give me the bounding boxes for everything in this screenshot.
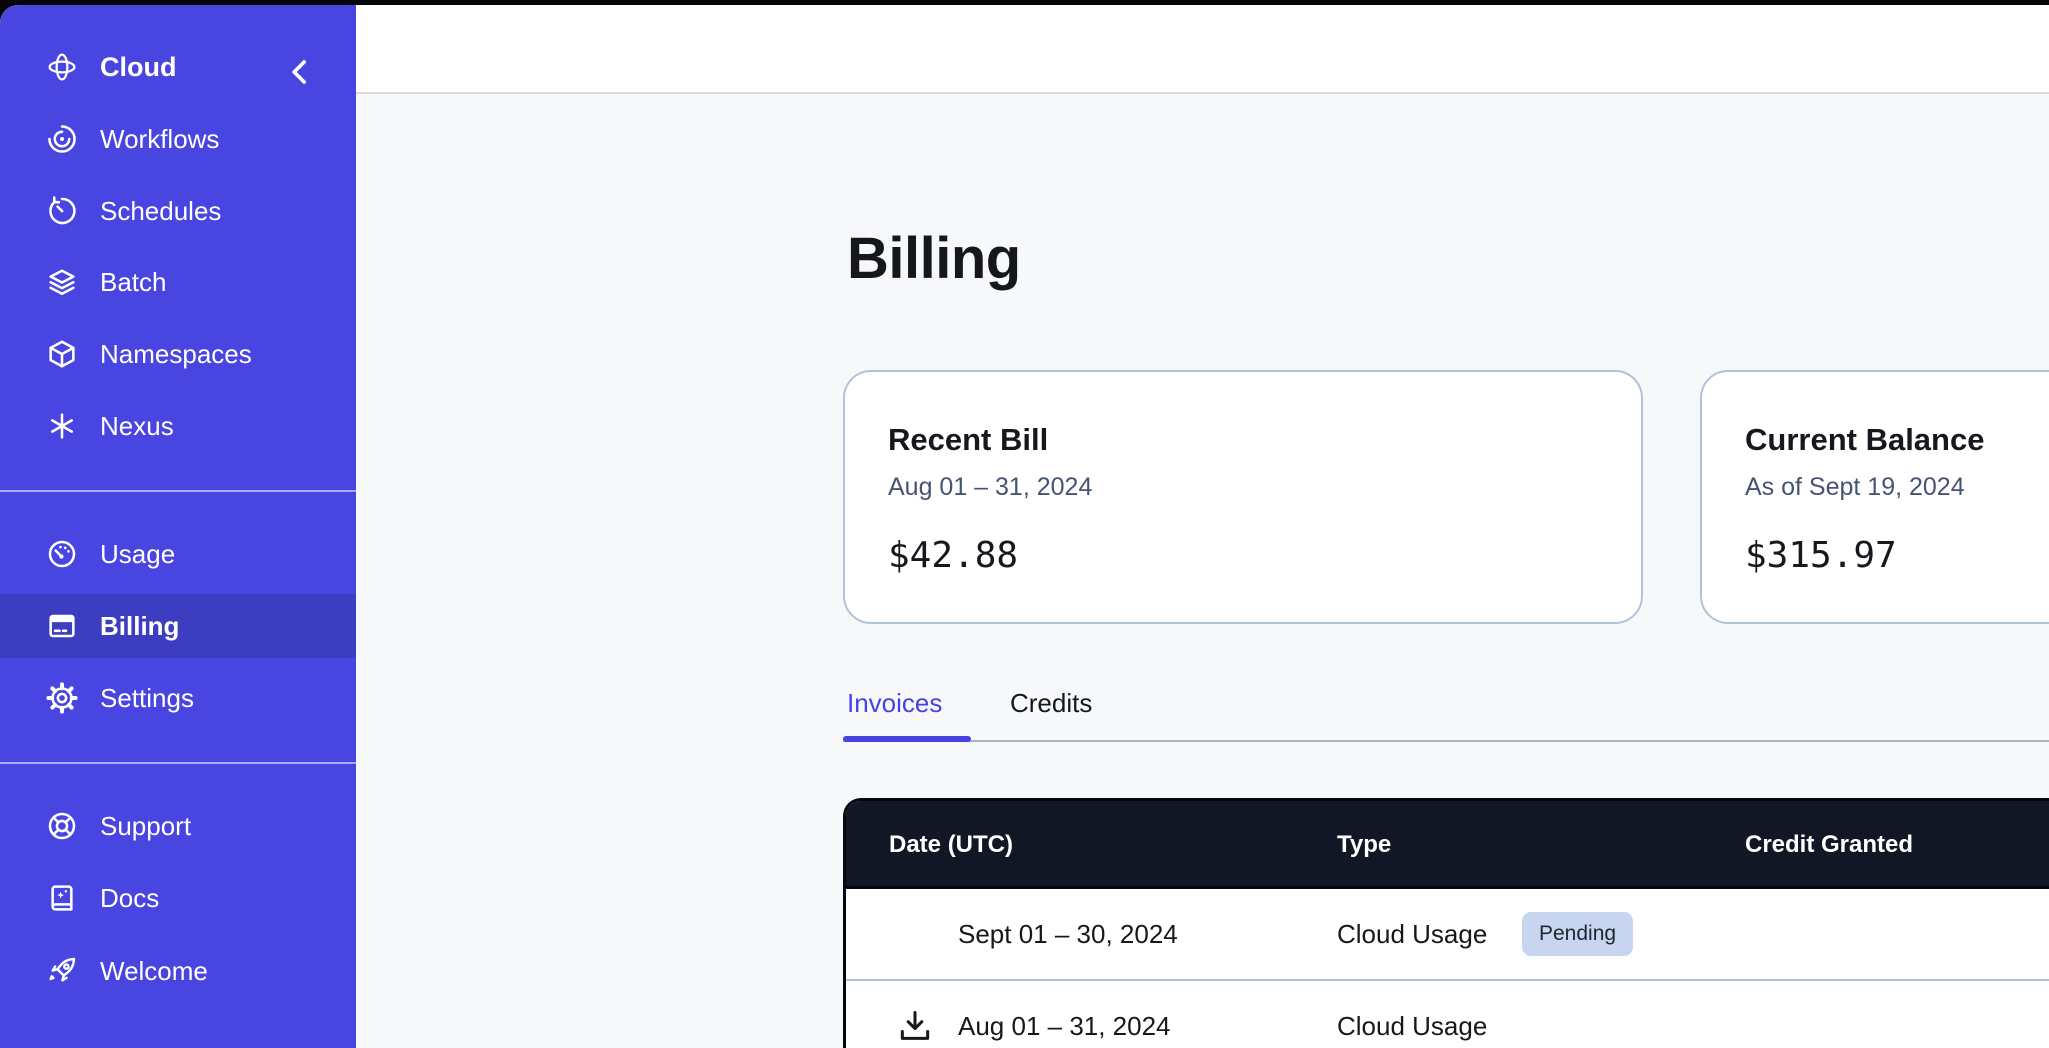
- sidebar-item-label: Billing: [100, 611, 179, 642]
- welcome-rocket-icon: [46, 955, 78, 987]
- nexus-asterisk-icon: [46, 410, 78, 442]
- sidebar-item-workflows[interactable]: Workflows: [0, 107, 356, 171]
- invoice-type: Cloud Usage: [1337, 981, 1487, 1048]
- sidebar-item-billing[interactable]: Billing: [0, 594, 356, 658]
- download-invoice-icon[interactable]: [896, 1007, 934, 1045]
- column-header-date: Date (UTC): [889, 801, 1013, 889]
- column-header-type: Type: [1337, 801, 1391, 889]
- current-balance-asof: As of Sept 19, 2024: [1745, 473, 2049, 502]
- settings-gear-icon: [46, 682, 78, 714]
- batch-layers-icon: [46, 266, 78, 298]
- invoice-date: Sept 01 – 30, 2024: [958, 889, 1178, 979]
- sidebar-item-label: Usage: [100, 539, 175, 570]
- sidebar-brand-label: Cloud: [100, 52, 176, 83]
- sidebar-item-label: Nexus: [100, 411, 174, 442]
- sidebar-item-label: Settings: [100, 683, 194, 714]
- sidebar-item-batch[interactable]: Batch: [0, 250, 356, 314]
- sidebar-item-support[interactable]: Support: [0, 794, 356, 858]
- recent-bill-title: Recent Bill: [888, 422, 1598, 458]
- sidebar-divider: [0, 762, 356, 764]
- sidebar-item-nexus[interactable]: Nexus: [0, 394, 356, 458]
- recent-bill-card: Recent Bill Aug 01 – 31, 2024 $42.88: [843, 370, 1643, 624]
- sidebar-item-welcome[interactable]: Welcome: [0, 939, 356, 1003]
- sidebar-item-label: Namespaces: [100, 339, 252, 370]
- docs-book-icon: [46, 882, 78, 914]
- recent-bill-period: Aug 01 – 31, 2024: [888, 473, 1598, 502]
- status-badge: Pending: [1522, 912, 1633, 956]
- table-row: Aug 01 – 31, 2024 Cloud Usage: [846, 981, 2049, 1048]
- table-header-row: Date (UTC) Type Credit Granted: [846, 801, 2049, 889]
- invoice-type: Cloud Usage: [1337, 889, 1487, 979]
- sidebar-item-label: Docs: [100, 883, 159, 914]
- recent-bill-amount: $42.88: [888, 535, 1598, 576]
- sidebar-item-label: Welcome: [100, 956, 208, 987]
- sidebar-item-settings[interactable]: Settings: [0, 666, 356, 730]
- tab-invoices[interactable]: Invoices: [847, 688, 942, 719]
- sidebar: Cloud Workflows Schedules: [0, 5, 356, 1048]
- invoice-date: Aug 01 – 31, 2024: [958, 981, 1171, 1048]
- topbar: [356, 5, 2049, 94]
- namespaces-cube-icon: [46, 338, 78, 370]
- collapse-sidebar-icon[interactable]: [280, 52, 320, 92]
- support-lifebuoy-icon: [46, 810, 78, 842]
- sidebar-item-label: Schedules: [100, 196, 221, 227]
- sidebar-item-schedules[interactable]: Schedules: [0, 179, 356, 243]
- table-row: Sept 01 – 30, 2024 Cloud Usage Pending: [846, 889, 2049, 979]
- column-header-credit-granted: Credit Granted: [1745, 801, 1913, 889]
- tab-credits[interactable]: Credits: [1010, 688, 1092, 719]
- billing-card-icon: [46, 610, 78, 642]
- sidebar-item-label: Support: [100, 811, 191, 842]
- sidebar-item-label: Batch: [100, 267, 167, 298]
- tabs-baseline: [843, 740, 2049, 742]
- sidebar-item-docs[interactable]: Docs: [0, 866, 356, 930]
- invoices-table: Date (UTC) Type Credit Granted Sept 01 –…: [843, 798, 2049, 1048]
- workflows-spiral-icon: [46, 123, 78, 155]
- usage-gauge-icon: [46, 538, 78, 570]
- current-balance-card: Current Balance As of Sept 19, 2024 $315…: [1700, 370, 2049, 624]
- sidebar-item-usage[interactable]: Usage: [0, 522, 356, 586]
- schedules-timer-icon: [46, 195, 78, 227]
- sidebar-item-label: Workflows: [100, 124, 219, 155]
- active-tab-indicator: [843, 736, 971, 742]
- current-balance-title: Current Balance: [1745, 422, 2049, 458]
- page-title: Billing: [847, 225, 1021, 292]
- temporal-cloud-logo: [46, 51, 78, 83]
- sidebar-divider: [0, 490, 356, 492]
- current-balance-amount: $315.97: [1745, 535, 2049, 576]
- sidebar-item-namespaces[interactable]: Namespaces: [0, 322, 356, 386]
- app-window: Cloud Workflows Schedules: [0, 5, 2049, 1048]
